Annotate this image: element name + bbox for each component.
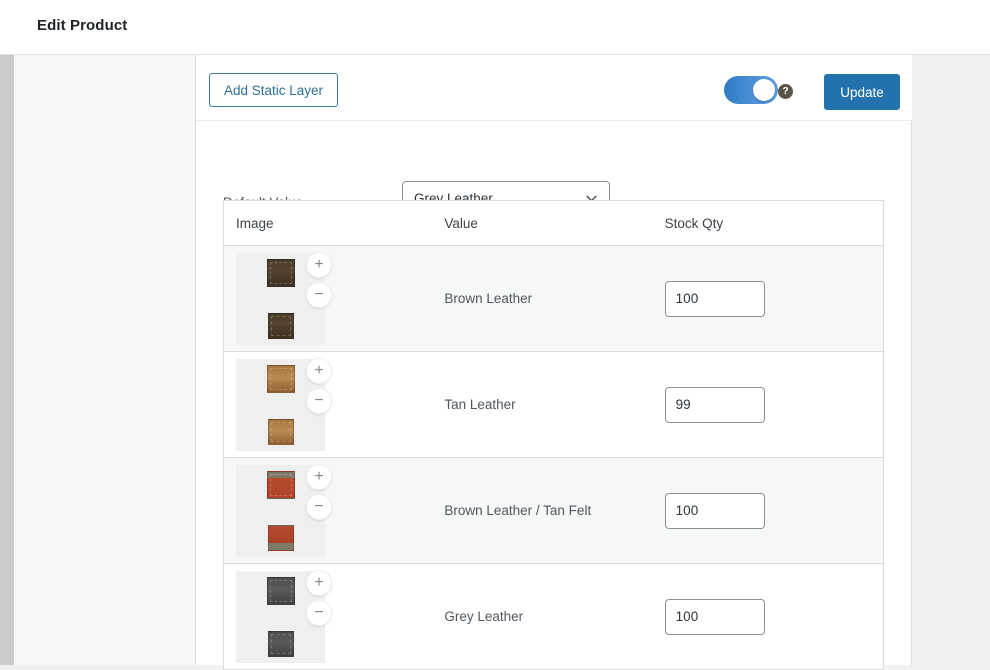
layer-buttons: +− [306, 464, 332, 520]
add-layer-icon[interactable]: + [306, 252, 332, 278]
default-value-row: Default Value Grey Leather [196, 121, 912, 189]
column-header-image: Image [224, 201, 444, 245]
column-header-value: Value [444, 201, 664, 245]
variation-value-label: Brown Leather [444, 291, 532, 306]
cell-stock-qty [665, 352, 883, 457]
layer-swatch-bottom [268, 631, 294, 657]
layer-swatch-top [267, 577, 295, 605]
cell-value: Grey Leather [444, 564, 664, 669]
cell-stock-qty [665, 458, 883, 563]
variation-value-label: Brown Leather / Tan Felt [444, 503, 591, 518]
variation-value-label: Grey Leather [444, 609, 523, 624]
layer-swatch-top [267, 365, 295, 393]
add-layer-icon[interactable]: + [306, 570, 332, 596]
variation-value-label: Tan Leather [444, 397, 515, 412]
column-header-stock-qty: Stock Qty [665, 201, 883, 245]
table-body: +−Brown Leather+−Tan Leather+−Brown Leat… [224, 246, 883, 670]
remove-layer-icon[interactable]: − [306, 494, 332, 520]
layer-swatch-bottom [268, 419, 294, 445]
content-card: Add Static Layer ? Update Default Value … [196, 55, 912, 665]
table-header-row: Image Value Stock Qty [224, 201, 883, 246]
admin-sidebar-rail [0, 55, 14, 665]
layer-buttons: +− [306, 358, 332, 414]
layer-swatch-top [267, 259, 295, 287]
stock-qty-input[interactable] [665, 281, 765, 317]
cell-value: Tan Leather [444, 352, 664, 457]
help-icon-glyph: ? [782, 87, 788, 97]
layer-buttons: +− [306, 570, 332, 626]
remove-layer-icon[interactable]: − [306, 282, 332, 308]
cell-image: +− [224, 352, 444, 457]
layer-buttons: +− [306, 252, 332, 308]
variations-table: Image Value Stock Qty +−Brown Leather+−T… [223, 200, 884, 670]
admin-sidebar-menu [14, 55, 196, 665]
stock-qty-input[interactable] [665, 387, 765, 423]
update-button-label: Update [840, 85, 884, 100]
stock-qty-input[interactable] [665, 493, 765, 529]
add-static-layer-button[interactable]: Add Static Layer [209, 73, 338, 107]
layer-swatch-top [267, 471, 295, 499]
toggle-knob [753, 79, 775, 101]
layer-swatch-bottom [268, 313, 294, 339]
add-layer-icon[interactable]: + [306, 358, 332, 384]
cell-image: +− [224, 246, 444, 351]
add-static-layer-label: Add Static Layer [224, 83, 323, 98]
page-title: Edit Product [37, 17, 127, 34]
card-toolbar: Add Static Layer ? Update [196, 55, 912, 121]
cell-value: Brown Leather / Tan Felt [444, 458, 664, 563]
page-body: Add Static Layer ? Update Default Value … [0, 55, 990, 665]
table-row: +−Brown Leather [224, 246, 883, 352]
cell-image: +− [224, 458, 444, 563]
layer-swatch-bottom [268, 525, 294, 551]
cell-stock-qty [665, 246, 883, 351]
enable-toggle[interactable] [724, 76, 778, 104]
remove-layer-icon[interactable]: − [306, 600, 332, 626]
add-layer-icon[interactable]: + [306, 464, 332, 490]
table-row: +−Tan Leather [224, 352, 883, 458]
table-row: +−Brown Leather / Tan Felt [224, 458, 883, 564]
update-button[interactable]: Update [824, 74, 900, 110]
admin-top-bar: Edit Product [0, 0, 990, 55]
remove-layer-icon[interactable]: − [306, 388, 332, 414]
cell-image: +− [224, 564, 444, 669]
stock-qty-input[interactable] [665, 599, 765, 635]
table-row: +−Grey Leather [224, 564, 883, 670]
cell-stock-qty [665, 564, 883, 669]
cell-value: Brown Leather [444, 246, 664, 351]
help-icon[interactable]: ? [778, 84, 793, 99]
